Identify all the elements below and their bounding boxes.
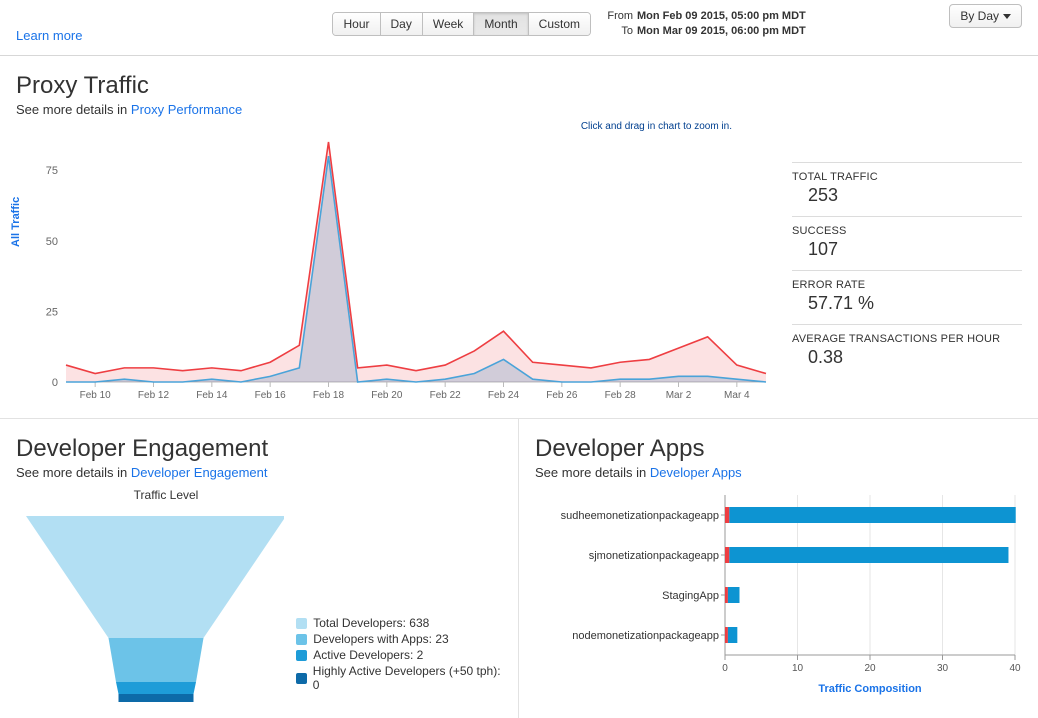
developer-apps-section: Developer Apps See more details in Devel…: [519, 419, 1038, 718]
stat-item: AVERAGE TRANSACTIONS PER HOUR 0.38: [792, 324, 1022, 378]
bottom-row: Developer Engagement See more details in…: [0, 419, 1038, 718]
funnel-title: Traffic Level: [36, 488, 296, 502]
svg-text:Feb 26: Feb 26: [546, 390, 578, 401]
svg-text:75: 75: [46, 165, 58, 177]
from-label: From: [605, 9, 633, 23]
developer-apps-title: Developer Apps: [535, 435, 1022, 463]
from-value: Mon Feb 09 2015, 05:00 pm MDT: [637, 10, 806, 22]
svg-text:40: 40: [1009, 663, 1021, 674]
svg-text:Feb 18: Feb 18: [313, 390, 345, 401]
to-label: To: [605, 24, 633, 38]
developer-apps-link[interactable]: Developer Apps: [650, 465, 742, 480]
stat-label: ERROR RATE: [792, 279, 1022, 291]
granularity-dropdown[interactable]: By Day: [949, 4, 1022, 28]
proxy-traffic-chart[interactable]: All Traffic 0255075Feb 10Feb 12Feb 14Feb…: [16, 132, 776, 412]
stat-label: TOTAL TRAFFIC: [792, 171, 1022, 183]
svg-text:StagingApp: StagingApp: [662, 590, 719, 602]
legend-label: Developers with Apps: 23: [313, 632, 448, 646]
svg-text:Feb 20: Feb 20: [371, 390, 403, 401]
svg-text:Feb 22: Feb 22: [430, 390, 462, 401]
engagement-subtext-prefix: See more details in: [16, 465, 131, 480]
stat-item: SUCCESS 107: [792, 216, 1022, 270]
svg-text:Feb 12: Feb 12: [138, 390, 170, 401]
tab-custom[interactable]: Custom: [529, 13, 590, 35]
svg-text:Mar 2: Mar 2: [666, 390, 692, 401]
proxy-stats: TOTAL TRAFFIC 253 SUCCESS 107 ERROR RATE 57.7…: [776, 132, 1022, 412]
svg-text:0: 0: [52, 377, 58, 389]
svg-text:Traffic Composition: Traffic Composition: [818, 683, 922, 695]
date-range-display: From Mon Feb 09 2015, 05:00 pm MDT To Mon …: [605, 9, 806, 38]
funnel-chart[interactable]: [16, 506, 284, 706]
svg-text:50: 50: [46, 236, 58, 248]
svg-text:sudheemonetizationpackageapp: sudheemonetizationpackageapp: [561, 510, 719, 522]
stat-value: 57.71 %: [792, 293, 1022, 314]
legend-label: Highly Active Developers (+50 tph): 0: [313, 664, 502, 692]
svg-text:Feb 16: Feb 16: [255, 390, 287, 401]
developer-apps-chart[interactable]: 0 10 20 30 40 sudheemonetizationpackageapp sjm…: [535, 490, 1025, 700]
proxy-performance-link[interactable]: Proxy Performance: [131, 102, 242, 117]
caret-down-icon: [1003, 14, 1011, 19]
stat-label: SUCCESS: [792, 225, 1022, 237]
developer-engagement-link[interactable]: Developer Engagement: [131, 465, 268, 480]
tab-day[interactable]: Day: [381, 13, 423, 35]
stat-value: 253: [792, 185, 1022, 206]
top-controls: Learn more Hour Day Week Month Custom Fr…: [0, 0, 1038, 56]
stat-item: TOTAL TRAFFIC 253: [792, 162, 1022, 216]
legend-row: Active Developers: 2: [296, 648, 502, 662]
legend-label: Total Developers: 638: [313, 616, 429, 630]
stat-item: ERROR RATE 57.71 %: [792, 270, 1022, 324]
to-value: Mon Mar 09 2015, 06:00 pm MDT: [637, 25, 806, 37]
tab-hour[interactable]: Hour: [333, 13, 380, 35]
svg-text:sjmonetizationpackageapp: sjmonetizationpackageapp: [589, 550, 719, 562]
legend-swatch: [296, 673, 307, 684]
svg-text:30: 30: [937, 663, 949, 674]
svg-text:20: 20: [864, 663, 876, 674]
svg-text:10: 10: [792, 663, 804, 674]
svg-text:Feb 14: Feb 14: [196, 390, 228, 401]
apps-subtext-prefix: See more details in: [535, 465, 650, 480]
svg-text:Mar 4: Mar 4: [724, 390, 750, 401]
developer-engagement-title: Developer Engagement: [16, 435, 502, 463]
tab-month[interactable]: Month: [474, 13, 528, 35]
time-range-segmented: Hour Day Week Month Custom: [332, 12, 591, 36]
granularity-label: By Day: [960, 9, 999, 23]
zoom-hint: Click and drag in chart to zoom in.: [16, 121, 732, 132]
tab-week[interactable]: Week: [423, 13, 474, 35]
stat-value: 107: [792, 239, 1022, 260]
legend-row: Developers with Apps: 23: [296, 632, 502, 646]
legend-swatch: [296, 618, 307, 629]
proxy-subtext-prefix: See more details in: [16, 102, 131, 117]
svg-text:Feb 10: Feb 10: [80, 390, 112, 401]
learn-more-link[interactable]: Learn more: [16, 28, 82, 43]
svg-text:Feb 28: Feb 28: [605, 390, 637, 401]
legend-row: Highly Active Developers (+50 tph): 0: [296, 664, 502, 692]
stat-label: AVERAGE TRANSACTIONS PER HOUR: [792, 333, 1022, 345]
legend-swatch: [296, 634, 307, 645]
legend-label: Active Developers: 2: [313, 648, 423, 662]
svg-text:Feb 24: Feb 24: [488, 390, 520, 401]
y-axis-label: All Traffic: [10, 197, 22, 247]
proxy-traffic-title: Proxy Traffic: [16, 72, 1022, 100]
developer-engagement-section: Developer Engagement See more details in…: [0, 419, 519, 718]
svg-text:0: 0: [722, 663, 728, 674]
svg-text:nodemonetizationpackageapp: nodemonetizationpackageapp: [572, 630, 719, 642]
proxy-traffic-section: Proxy Traffic See more details in Proxy …: [0, 56, 1038, 419]
svg-text:25: 25: [46, 306, 58, 318]
legend-swatch: [296, 650, 307, 661]
funnel-legend: Total Developers: 638 Developers with App…: [296, 616, 502, 706]
stat-value: 0.38: [792, 347, 1022, 368]
legend-row: Total Developers: 638: [296, 616, 502, 630]
